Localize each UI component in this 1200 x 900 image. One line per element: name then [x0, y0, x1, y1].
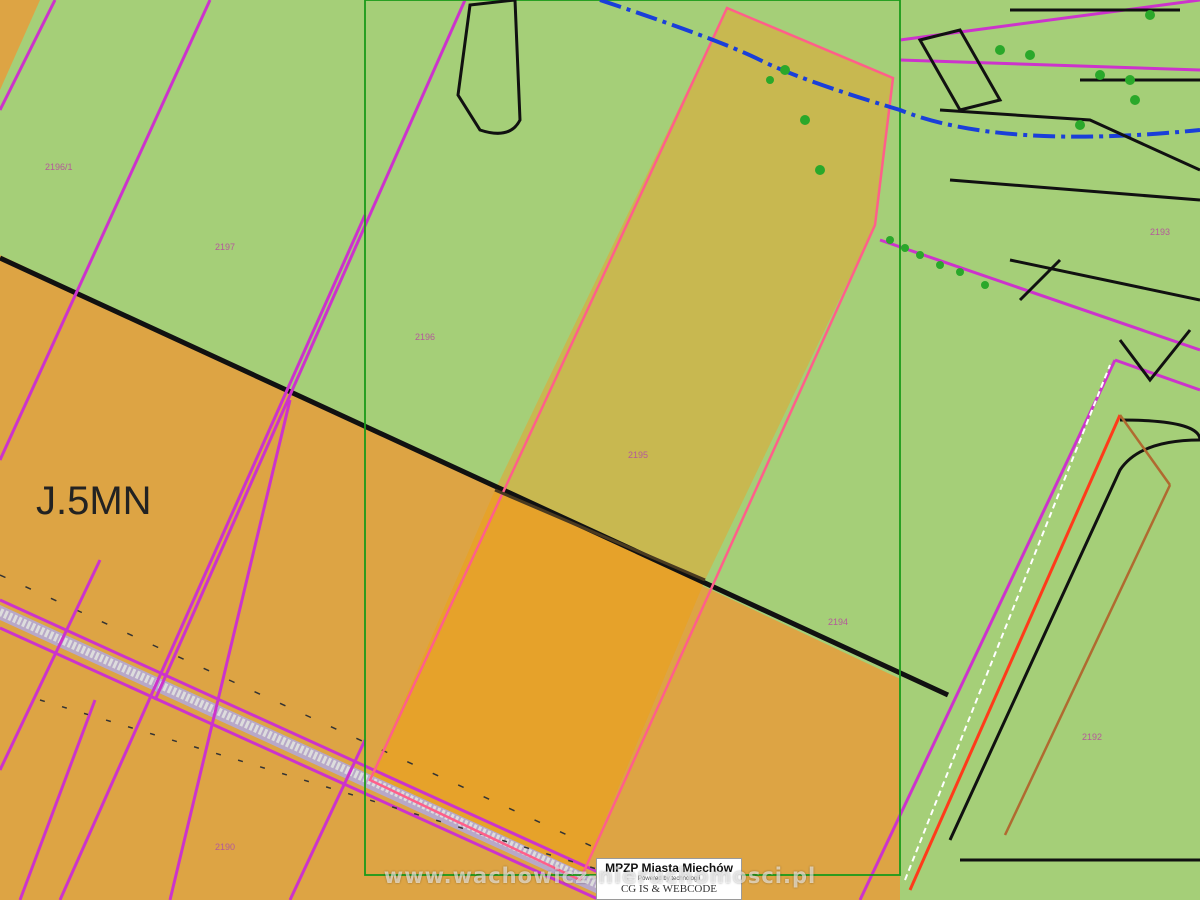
parcel-number: 2190 — [215, 842, 235, 852]
parcel-number: 2193 — [1150, 227, 1170, 237]
parcel-number: 2192 — [1082, 732, 1102, 742]
parcel-number: 2196 — [415, 332, 435, 342]
zoning-map[interactable]: J.5MN 2196/1 2197 2196 2195 2194 2193 21… — [0, 0, 1200, 900]
parcel-number: 2196/1 — [45, 162, 73, 172]
zone-label: J.5MN — [36, 479, 152, 523]
watermark-text: www.wachowicz-nieruchomosci.pl — [383, 864, 817, 888]
parcel-number: 2197 — [215, 242, 235, 252]
parcel-number: 2194 — [828, 617, 848, 627]
parcel-number: 2195 — [628, 450, 648, 460]
